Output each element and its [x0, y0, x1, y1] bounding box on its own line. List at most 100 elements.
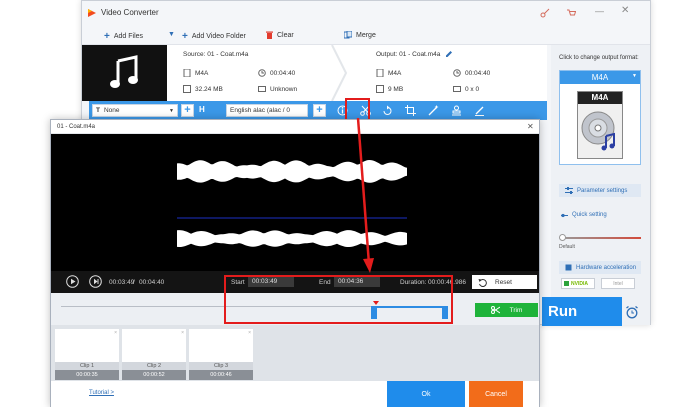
- time-separator: /: [133, 279, 135, 286]
- chevron-down-icon: ▼: [169, 107, 174, 114]
- reset-icon: [478, 278, 487, 287]
- close-icon[interactable]: ×: [181, 330, 184, 336]
- current-time: 00:03:49: [109, 279, 135, 286]
- nvidia-toggle[interactable]: NVIDIA: [561, 278, 595, 289]
- key-icon[interactable]: [540, 8, 550, 18]
- scissors-icon: [490, 306, 500, 314]
- clear-label: Clear: [277, 31, 294, 39]
- toolbar: + Add Files ▼ + Add Video Folder Clear M…: [82, 25, 650, 45]
- edit-toolbar: T None ▼ + H English alac (alac / 0 +: [89, 101, 547, 120]
- size-icon: [183, 85, 191, 93]
- close-icon[interactable]: ✕: [527, 122, 534, 131]
- audio-waveform: [177, 160, 407, 247]
- disc-icon: [581, 111, 615, 151]
- minimize-icon[interactable]: —: [595, 6, 604, 16]
- hardware-acceleration-button[interactable]: Hardware acceleration: [559, 261, 641, 274]
- effects-wand-icon[interactable]: [428, 105, 439, 116]
- output-format: M4A: [376, 69, 401, 77]
- trim-button[interactable]: Trim: [475, 303, 538, 317]
- alarm-clock-icon[interactable]: [625, 306, 639, 319]
- app-logo-icon: [88, 9, 96, 17]
- source-duration: 00:04:40: [258, 69, 295, 77]
- resolution-icon: [453, 86, 461, 92]
- text-icon: T: [96, 107, 100, 114]
- chip-icon: [565, 264, 572, 271]
- add-folder-label: Add Video Folder: [191, 33, 246, 40]
- clip-label: Clip 1: [55, 362, 119, 370]
- waveform-preview: [51, 134, 539, 271]
- watermark-stamp-icon[interactable]: [451, 105, 462, 116]
- run-button[interactable]: Run: [542, 297, 622, 326]
- clip-duration: 00:00:35: [55, 370, 119, 380]
- trash-icon: [266, 31, 273, 39]
- chevron-down-icon: ▼: [632, 73, 637, 79]
- clip-item[interactable]: × Clip 2 00:00:52: [122, 329, 186, 380]
- merge-label: Merge: [356, 31, 376, 39]
- clip-item[interactable]: × Clip 1 00:00:35: [55, 329, 119, 380]
- hardware-acceleration-label: Hardware acceleration: [576, 264, 637, 271]
- play-icon[interactable]: [66, 275, 79, 288]
- output-format-card[interactable]: M4A ▼ M4A: [559, 70, 641, 165]
- run-label: Run: [548, 303, 578, 320]
- output-resolution: 0 x 0: [453, 85, 479, 93]
- clear-button[interactable]: Clear: [266, 31, 294, 39]
- cancel-label: Cancel: [485, 390, 507, 398]
- add-folder-button[interactable]: + Add Video Folder: [182, 31, 246, 42]
- clock-icon: [453, 69, 461, 77]
- check-icon: [564, 281, 569, 286]
- add-files-button[interactable]: + Add Files: [104, 31, 143, 42]
- rotate-icon[interactable]: [382, 105, 393, 116]
- cancel-button[interactable]: Cancel: [469, 381, 523, 407]
- add-audio-button[interactable]: +: [313, 104, 326, 117]
- edit-pencil-icon[interactable]: [445, 50, 453, 58]
- file-thumbnail: [82, 45, 167, 101]
- red-arrow-annotation: [356, 118, 374, 273]
- output-panel: Click to change output format: M4A ▼ M4A…: [551, 45, 650, 325]
- quick-setting-label: Quick setting: [561, 212, 607, 218]
- chevron-down-icon[interactable]: ▼: [168, 31, 175, 38]
- app-title: Video Converter: [101, 8, 159, 17]
- intel-toggle[interactable]: Intel: [601, 278, 635, 289]
- clip-item[interactable]: × Clip 3 00:00:46: [189, 329, 253, 380]
- file-item[interactable]: Source: 01 - Coat.m4a M4A 00:04:40 32.24…: [82, 45, 547, 101]
- dialog-title-bar: 01 - Coat.m4a ✕: [51, 120, 539, 134]
- subtitle-select[interactable]: T None ▼: [92, 104, 178, 117]
- crop-icon[interactable]: [405, 105, 416, 116]
- cart-icon[interactable]: [566, 8, 576, 18]
- audio-track-value: English alac (alac / 0: [230, 107, 290, 114]
- merge-button[interactable]: Merge: [344, 31, 376, 39]
- output-format-name: M4A: [560, 71, 640, 84]
- m4a-icon-label: M4A: [578, 92, 622, 104]
- resolution-icon: [258, 86, 266, 92]
- clock-icon: [258, 69, 266, 77]
- total-time: 00:04:40: [139, 279, 165, 286]
- close-icon[interactable]: ×: [248, 330, 251, 336]
- reset-button[interactable]: Reset: [472, 275, 537, 289]
- nvidia-label: NVIDIA: [571, 280, 588, 287]
- parameter-settings-button[interactable]: Parameter settings: [559, 184, 641, 197]
- sliders-icon: [565, 187, 573, 194]
- trim-dialog: 01 - Coat.m4a ✕ 00:03:49 / 00:04:40 Star…: [50, 119, 540, 407]
- time-range-highlight-box: [224, 275, 453, 324]
- file-icon: [376, 69, 384, 77]
- edit-pen-icon[interactable]: [474, 105, 485, 116]
- clip-duration: 00:00:52: [122, 370, 186, 380]
- quality-slider-handle[interactable]: [559, 234, 566, 241]
- parameter-settings-label: Parameter settings: [577, 187, 628, 194]
- clip-label: Clip 3: [189, 362, 253, 370]
- source-resolution: Unknown: [258, 85, 297, 93]
- close-icon[interactable]: ×: [114, 330, 117, 336]
- ok-button[interactable]: Ok: [387, 381, 465, 407]
- hd-icon[interactable]: H: [199, 105, 205, 114]
- add-subtitle-button[interactable]: +: [181, 104, 194, 117]
- clip-list: × Clip 1 00:00:35 × Clip 2 00:00:52 × Cl…: [51, 325, 539, 381]
- dialog-footer: Tutorial > Ok Cancel: [51, 381, 539, 407]
- tutorial-link[interactable]: Tutorial >: [89, 390, 114, 396]
- plus-icon: +: [182, 31, 188, 42]
- quality-slider[interactable]: [561, 237, 641, 239]
- output-size: 9 MB: [376, 85, 403, 93]
- close-icon[interactable]: ✕: [621, 5, 629, 16]
- intel-label: Intel: [613, 280, 623, 287]
- audio-track-select[interactable]: English alac (alac / 0: [226, 104, 308, 117]
- next-frame-icon[interactable]: [89, 275, 102, 288]
